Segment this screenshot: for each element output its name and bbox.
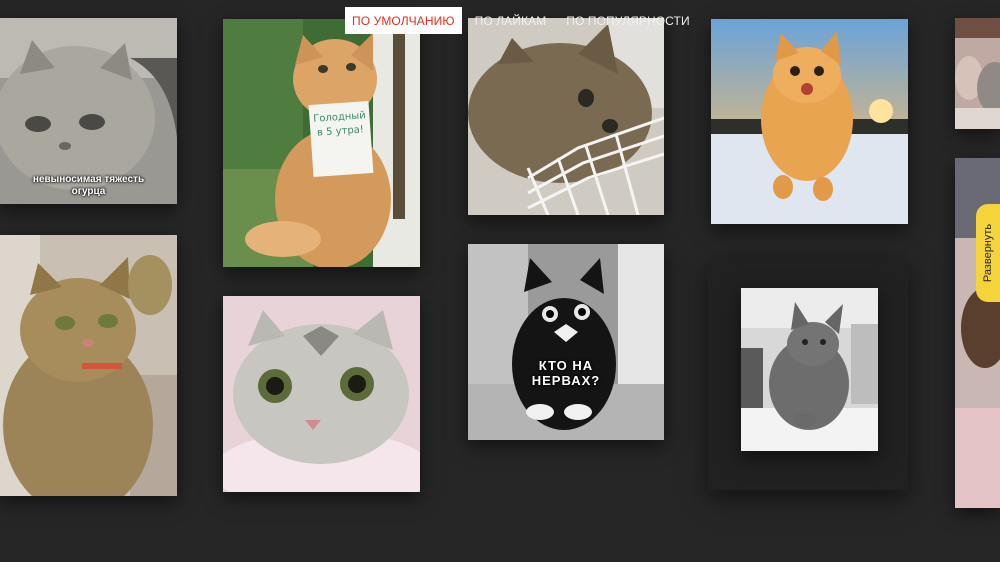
cat-card-sad-cucumber[interactable]: невыносимая тяжесть огурца bbox=[0, 18, 177, 204]
sort-tab-popularity[interactable]: ПО ПОПУЛЯРНОСТИ bbox=[559, 7, 696, 34]
cat-photo-tabby bbox=[0, 235, 177, 496]
cat-card-partial-top[interactable] bbox=[955, 18, 1000, 129]
cat-card-nervous[interactable]: КТО НА НЕРВАХ? bbox=[468, 244, 664, 440]
cat-caption: КТО НА НЕРВАХ? bbox=[531, 358, 601, 388]
cat-card-grid[interactable] bbox=[468, 18, 664, 215]
sort-tab-likes[interactable]: ПО ЛАЙКАМ bbox=[468, 7, 554, 34]
cat-caption: невыносимая тяжесть огурца bbox=[32, 174, 145, 197]
cat-card-big-eyes[interactable] bbox=[223, 296, 420, 492]
sort-tab-default[interactable]: ПО УМОЛЧАНИЮ bbox=[345, 7, 462, 34]
cat-photo-sofa bbox=[741, 288, 878, 451]
sort-tabs: ПО УМОЛЧАНИЮ ПО ЛАЙКАМ ПО ПОПУЛЯРНОСТИ bbox=[345, 7, 703, 34]
cat-photo-jumping bbox=[711, 19, 908, 224]
cat-card-sofa[interactable] bbox=[741, 288, 878, 451]
cat-photo-big-eyes bbox=[223, 296, 420, 492]
cat-photo-black-white bbox=[468, 244, 664, 440]
cat-photo-partial-top bbox=[955, 18, 1000, 129]
hungry-sign: Голодный в 5 утра! bbox=[308, 100, 374, 178]
cat-card-hungry-sign[interactable]: Голодный в 5 утра! bbox=[223, 19, 420, 267]
cat-photo-grid bbox=[468, 18, 664, 215]
expand-button-label: Развернуть bbox=[982, 223, 994, 283]
cat-card-jumping[interactable] bbox=[711, 19, 908, 224]
cat-card-tabby[interactable] bbox=[0, 235, 177, 496]
expand-button[interactable]: Развернуть bbox=[976, 204, 1000, 302]
